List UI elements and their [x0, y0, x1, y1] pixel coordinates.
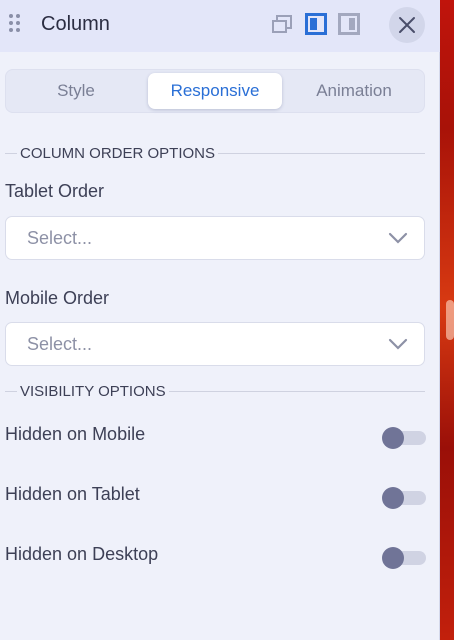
panel-title: Column [41, 13, 110, 35]
backdrop-highlight [446, 300, 454, 340]
hidden-on-mobile-label: Hidden on Mobile [5, 424, 146, 444]
mobile-order-placeholder: Select... [27, 334, 93, 354]
tab-style[interactable]: Style [9, 73, 143, 109]
page-backdrop [440, 0, 454, 640]
drag-handle-icon[interactable] [9, 14, 23, 36]
chevron-down-icon [388, 338, 408, 350]
visibility-section-title: VISIBILITY OPTIONS [5, 382, 425, 402]
close-button[interactable] [389, 7, 425, 43]
mobile-order-label: Mobile Order [5, 288, 110, 308]
panel-header: Column [0, 0, 440, 52]
tablet-order-placeholder: Select... [27, 228, 93, 248]
overlay-view-icon[interactable] [271, 13, 293, 35]
hidden-on-mobile-toggle[interactable] [382, 427, 426, 449]
sidebar-left-icon[interactable] [305, 13, 327, 35]
hidden-on-tablet-toggle[interactable] [382, 487, 426, 509]
settings-panel: Column Style Responsive Animation COLUMN… [0, 0, 440, 640]
sidebar-right-icon[interactable] [338, 13, 360, 35]
close-icon [399, 17, 415, 33]
tab-responsive[interactable]: Responsive [148, 73, 282, 109]
tab-animation[interactable]: Animation [287, 73, 421, 109]
tab-bar: Style Responsive Animation [5, 69, 425, 113]
hidden-on-desktop-label: Hidden on Desktop [5, 544, 159, 564]
chevron-down-icon [388, 232, 408, 244]
hidden-on-desktop-toggle[interactable] [382, 547, 426, 569]
column-order-section-title: COLUMN ORDER OPTIONS [5, 144, 425, 164]
hidden-on-tablet-label: Hidden on Tablet [5, 484, 140, 504]
tablet-order-label: Tablet Order [5, 181, 105, 201]
tablet-order-select[interactable]: Select... [5, 216, 425, 260]
mobile-order-select[interactable]: Select... [5, 322, 425, 366]
